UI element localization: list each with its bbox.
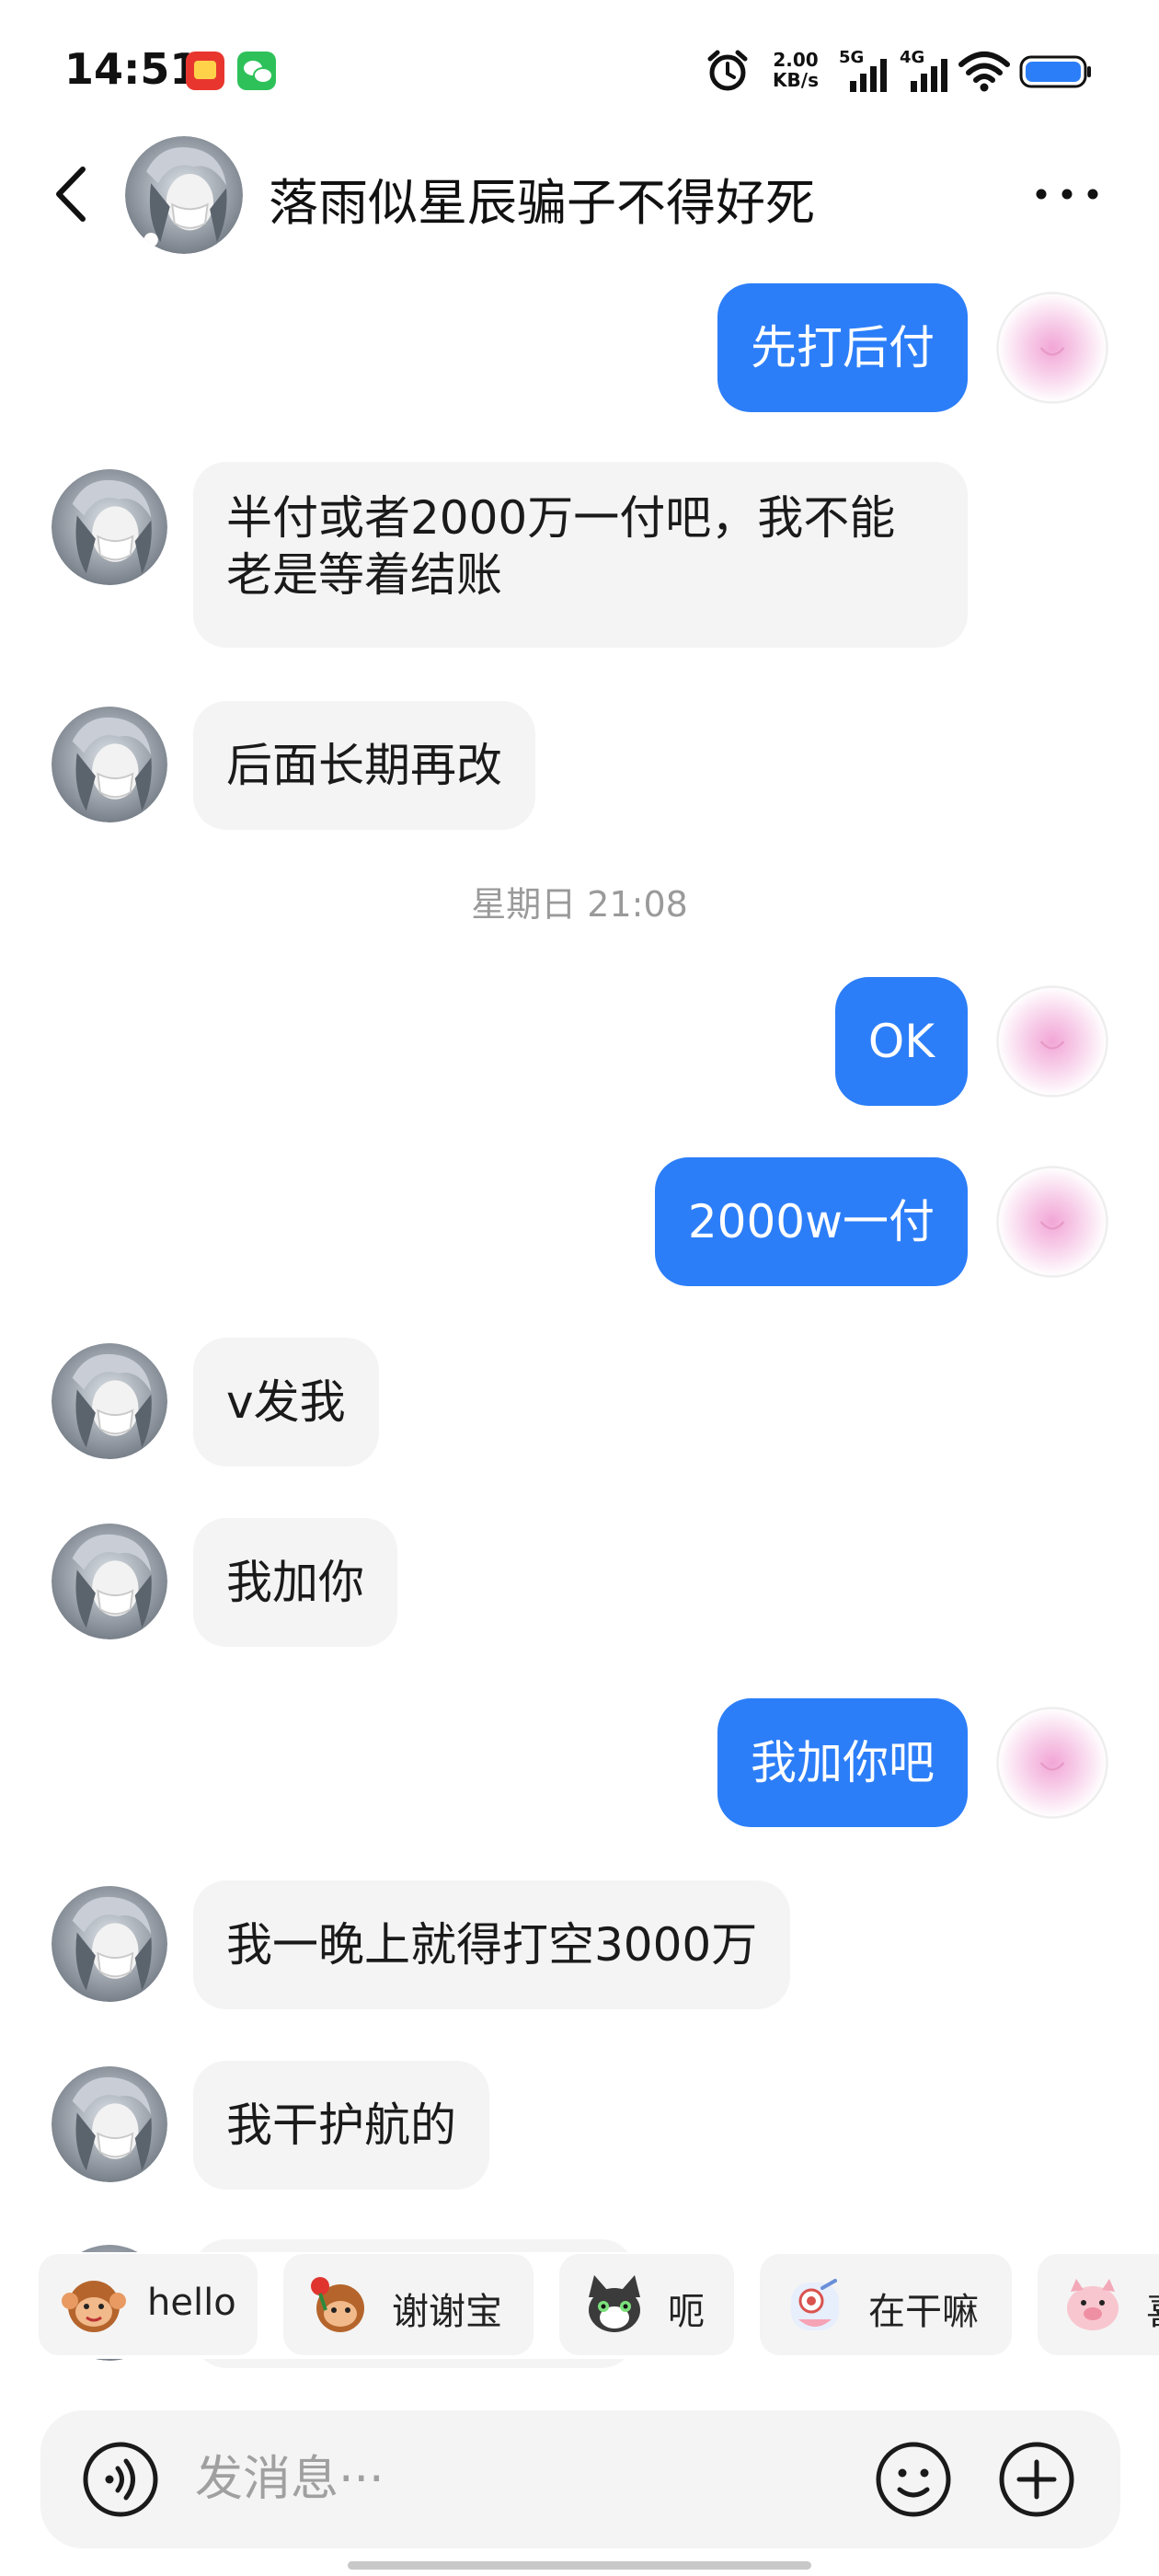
contact-avatar-small[interactable] [52,1343,167,1459]
more-actions-button[interactable] [997,2440,1076,2519]
smiley-icon [876,2442,951,2517]
status-time: 14:51 [64,44,200,94]
message-timestamp: 星期日 21:08 [471,884,688,925]
network-speed-unit: KB/s [773,69,819,91]
self-avatar-icon [996,1166,1108,1278]
self-avatar-icon [996,985,1108,1098]
anime-avatar-icon [52,1886,167,2002]
self-avatar-icon [996,1707,1108,1819]
message-bubble-incoming[interactable]: v发我 [193,1338,379,1466]
status-indicators: 2.00 KB/s 5G 4G [705,46,1091,98]
pig-emoji-icon [1067,2279,1119,2330]
message-bubble-outgoing[interactable]: 2000w一付 [654,1157,968,1286]
voice-wave-icon [83,2442,158,2517]
emoji-button[interactable] [874,2440,953,2519]
message-composer [40,2410,1120,2548]
quick-reply-uh[interactable]: 呃 [559,2254,734,2355]
contact-avatar-small[interactable] [52,1886,167,2002]
self-avatar[interactable] [995,984,1109,1098]
message-bubble-incoming[interactable]: 我一晚上就得打空3000万 [193,1880,791,2009]
chat-header: 落雨似星辰骗子不得好死 [0,136,1159,254]
alarm-icon [707,50,748,91]
quick-reply-label: 呃 [668,2291,705,2333]
more-options-button[interactable] [1030,162,1104,226]
message-bubble-incoming[interactable]: 我干护航的 [193,2061,489,2190]
monkey-rose-emoji-icon [311,2277,364,2332]
status-bar: 14:51 2.00 KB/s 5G 4G [0,0,1159,138]
quick-reply-label: 谢谢宝 [392,2291,502,2333]
quick-reply-label: hello [147,2282,236,2324]
monkey-emoji-icon [62,2281,126,2332]
battery-icon [1019,55,1091,88]
anime-avatar-icon [52,2066,167,2182]
quick-reply-thanks[interactable]: 谢谢宝 [283,2254,534,2355]
signal-strength-icon [850,59,887,92]
home-indicator[interactable] [348,2561,811,2570]
contact-avatar-small[interactable] [52,2066,167,2182]
wifi-icon [958,52,1010,92]
chevron-left-icon [56,167,86,222]
quick-reply-hello[interactable]: hello [39,2254,258,2355]
message-bubble-outgoing[interactable]: 先打后付 [717,283,968,412]
plus-icon [999,2442,1074,2517]
cat-emoji-icon [589,2275,640,2332]
self-avatar-icon [996,292,1108,404]
more-dots-icon [1036,189,1098,200]
quick-reply-label: 喜 [1146,2282,1159,2335]
network-speed-value: 2.00 [773,49,819,71]
voice-input-button[interactable] [81,2440,160,2519]
page-title: 落雨似星辰骗子不得好死 [269,174,815,232]
contact-avatar-small[interactable] [52,469,167,585]
message-bubble-incoming[interactable]: 后面长期再改 [193,701,535,830]
quick-reply-label: 在干嘛 [868,2291,979,2333]
anime-avatar-icon [52,1343,167,1459]
wechat-icon [237,52,276,90]
quick-reply-bar: hello 谢谢宝 呃 在干嘛 [0,2252,1159,2359]
back-button[interactable] [46,162,101,226]
anime-avatar-icon [52,1524,167,1639]
message-bubble-outgoing[interactable]: 我加你吧 [717,1698,968,1827]
network-speed: 2.00 KB/s [763,50,828,90]
self-avatar[interactable] [995,1165,1109,1279]
anime-avatar-icon [125,136,243,254]
quick-reply-happy[interactable]: 喜 [1038,2254,1159,2355]
anime-avatar-icon [52,707,167,822]
contact-avatar[interactable] [125,136,243,254]
quick-reply-what-doing[interactable]: 在干嘛 [760,2254,1012,2355]
message-bubble-incoming[interactable]: 半付或者2000万一付吧，我不能老是等着结账 [193,462,968,648]
message-bubble-incoming[interactable]: 我加你 [193,1518,397,1647]
shopping-app-icon [186,52,224,90]
message-bubble-outgoing[interactable]: OK [834,977,968,1106]
contact-avatar-small[interactable] [52,707,167,822]
self-avatar[interactable] [995,291,1109,405]
signal-strength-icon-2 [911,59,947,92]
anime-avatar-icon [52,469,167,585]
contact-avatar-small[interactable] [52,1524,167,1639]
peeking-emoji-icon [791,2279,839,2330]
self-avatar[interactable] [995,1706,1109,1820]
message-input[interactable] [195,2447,839,2512]
